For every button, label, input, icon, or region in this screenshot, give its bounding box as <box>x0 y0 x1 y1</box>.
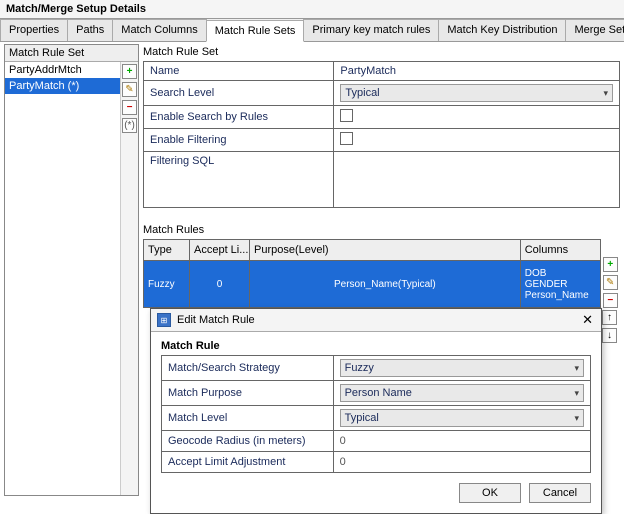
rules-section-title: Match Rules <box>143 222 620 239</box>
purpose-value: Person Name <box>345 387 412 399</box>
cancel-button[interactable]: Cancel <box>529 483 591 503</box>
add-ruleset-button[interactable]: + <box>122 64 137 79</box>
tab-primary-key-match-rules[interactable]: Primary key match rules <box>303 19 439 41</box>
sidebar-item[interactable]: PartyAddrMtch <box>5 62 120 78</box>
enable-search-label: Enable Search by Rules <box>144 106 334 129</box>
col-accept[interactable]: Accept Li... <box>190 240 250 261</box>
purpose-label: Match Purpose <box>162 381 334 406</box>
level-value: Typical <box>345 412 379 424</box>
strategy-value: Fuzzy <box>345 362 374 374</box>
delete-rule-button[interactable]: − <box>603 293 618 308</box>
tab-match-columns[interactable]: Match Columns <box>112 19 206 41</box>
chevron-down-icon: ▾ <box>574 388 579 399</box>
search-level-label: Search Level <box>144 81 334 106</box>
dialog-titlebar[interactable]: ⊞ Edit Match Rule ✕ <box>151 309 601 332</box>
copy-ruleset-button[interactable]: (*) <box>122 118 137 133</box>
rule-type: Fuzzy <box>144 261 190 308</box>
move-down-button[interactable]: ↓ <box>602 328 617 343</box>
tab-bar: PropertiesPathsMatch ColumnsMatch Rule S… <box>0 19 624 42</box>
filter-sql-label: Filtering SQL <box>144 152 334 208</box>
ruleset-sidebar: Match Rule Set PartyAddrMtchPartyMatch (… <box>4 44 139 496</box>
rules-toolbar: + ✎ − <box>603 239 620 308</box>
col-purpose[interactable]: Purpose(Level) <box>250 240 521 261</box>
edit-match-rule-dialog: ⊞ Edit Match Rule ✕ Match Rule Match/Sea… <box>150 308 602 514</box>
level-label: Match Level <box>162 406 334 431</box>
match-rule-form: Match/Search Strategy Fuzzy ▾ Match Purp… <box>161 355 591 473</box>
rules-table: Type Accept Li... Purpose(Level) Columns… <box>143 239 601 308</box>
level-select[interactable]: Typical ▾ <box>333 406 590 431</box>
purpose-select[interactable]: Person Name ▾ <box>333 381 590 406</box>
edit-rule-button[interactable]: ✎ <box>603 275 618 290</box>
add-rule-button[interactable]: + <box>603 257 618 272</box>
chevron-down-icon: ▾ <box>603 88 608 99</box>
tab-properties[interactable]: Properties <box>0 19 68 41</box>
enable-filter-checkbox[interactable] <box>340 132 353 145</box>
sidebar-header: Match Rule Set <box>5 45 138 62</box>
name-label: Name <box>144 62 334 81</box>
dialog-title-text: Edit Match Rule <box>177 314 255 326</box>
accept-input[interactable] <box>340 455 584 469</box>
rule-columns: DOB GENDER Person_Name <box>520 261 600 308</box>
tab-match-key-distribution[interactable]: Match Key Distribution <box>438 19 566 41</box>
strategy-label: Match/Search Strategy <box>162 356 334 381</box>
tab-merge-settings[interactable]: Merge Settings <box>565 19 624 41</box>
col-type[interactable]: Type <box>144 240 190 261</box>
search-level-value: Typical <box>345 87 379 99</box>
page-title: Match/Merge Setup Details <box>0 0 624 19</box>
geocode-label: Geocode Radius (in meters) <box>162 431 334 452</box>
strategy-select[interactable]: Fuzzy ▾ <box>333 356 590 381</box>
accept-label: Accept Limit Adjustment <box>162 452 334 473</box>
rule-accept: 0 <box>190 261 250 308</box>
filter-sql-value[interactable] <box>334 152 620 208</box>
sidebar-toolbar: + ✎ − (*) <box>120 62 138 495</box>
rule-purpose: Person_Name(Typical) <box>250 261 521 308</box>
chevron-down-icon: ▾ <box>574 363 579 374</box>
edit-ruleset-button[interactable]: ✎ <box>122 82 137 97</box>
dialog-section-title: Match Rule <box>161 338 591 355</box>
rules-header-row: Type Accept Li... Purpose(Level) Columns <box>144 240 601 261</box>
background-toolbar: ↑ ↓ <box>602 310 620 343</box>
chevron-down-icon: ▾ <box>574 413 579 424</box>
sidebar-item[interactable]: PartyMatch (*) <box>5 78 120 94</box>
close-icon[interactable]: ✕ <box>580 312 595 328</box>
geocode-input[interactable] <box>340 434 584 448</box>
move-up-button[interactable]: ↑ <box>602 310 617 325</box>
ruleset-form: Name PartyMatch Search Level Typical ▾ E… <box>143 61 620 208</box>
delete-ruleset-button[interactable]: − <box>122 100 137 115</box>
name-value[interactable]: PartyMatch <box>334 62 620 81</box>
rules-row[interactable]: Fuzzy 0 Person_Name(Typical) DOB GENDER … <box>144 261 601 308</box>
dialog-icon: ⊞ <box>157 313 171 327</box>
ruleset-section-title: Match Rule Set <box>143 44 620 61</box>
enable-filter-label: Enable Filtering <box>144 129 334 152</box>
sidebar-list: PartyAddrMtchPartyMatch (*) <box>5 62 120 495</box>
tab-match-rule-sets[interactable]: Match Rule Sets <box>206 20 305 42</box>
tab-paths[interactable]: Paths <box>67 19 113 41</box>
search-level-select[interactable]: Typical ▾ <box>334 81 620 106</box>
enable-search-checkbox[interactable] <box>340 109 353 122</box>
ok-button[interactable]: OK <box>459 483 521 503</box>
col-columns[interactable]: Columns <box>520 240 600 261</box>
